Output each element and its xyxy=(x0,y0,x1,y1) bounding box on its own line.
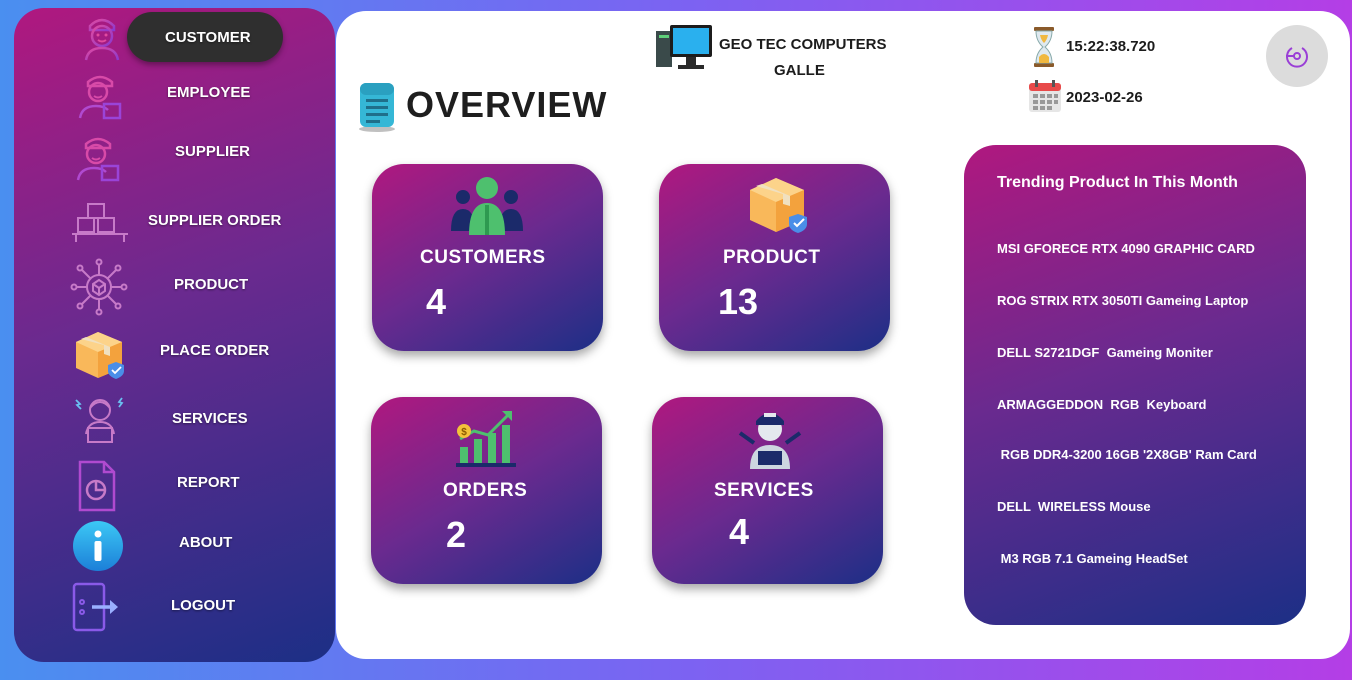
sidebar-item-label: SUPPLIER xyxy=(175,143,251,160)
package-icon xyxy=(76,332,124,379)
sidebar-item-employee[interactable]: EMPLOYEE xyxy=(14,66,335,122)
power-icon xyxy=(1286,47,1308,68)
hourglass-icon xyxy=(1034,27,1054,67)
calendar-icon xyxy=(1029,80,1061,112)
card-value: 2 xyxy=(446,514,467,555)
package-icon xyxy=(750,178,807,233)
orders-card[interactable]: $ ORDERS 2 xyxy=(371,397,602,584)
sidebar-item-supplier[interactable]: SUPPLIER xyxy=(14,126,335,182)
trending-item: M3 RGB 7.1 Gameing HeadSet xyxy=(997,551,1188,566)
card-label: PRODUCT xyxy=(723,247,821,268)
computer-icon xyxy=(656,25,712,69)
sidebar-item-services[interactable]: SERVICES xyxy=(14,392,335,448)
power-button[interactable] xyxy=(1266,25,1328,87)
product-network-icon xyxy=(70,258,128,316)
sidebar-item-label: PLACE ORDER xyxy=(160,342,270,359)
trending-item: MSI GFORECE RTX 4090 GRAPHIC CARD xyxy=(997,241,1255,256)
customer-icon xyxy=(84,18,120,61)
sidebar-item-label: PRODUCT xyxy=(174,276,249,293)
sidebar-item-supplier-order[interactable]: SUPPLIER ORDER xyxy=(14,194,335,250)
brand-city: GALLE xyxy=(774,62,825,79)
trending-item: DELL S2721DGF Gameing Moniter xyxy=(997,345,1213,360)
sidebar-item-label: LOGOUT xyxy=(171,597,236,614)
trending-panel: Trending Product In This Month MSI GFORE… xyxy=(964,145,1306,625)
supplier-order-icon xyxy=(72,203,128,242)
sidebar-item-report[interactable]: REPORT xyxy=(14,456,335,512)
page-title: OVERVIEW xyxy=(406,84,608,125)
sidebar-item-label: SUPPLIER ORDER xyxy=(148,212,282,229)
product-card[interactable]: PRODUCT 13 xyxy=(659,164,890,351)
logout-icon xyxy=(72,582,118,632)
sidebar-item-about[interactable]: ABOUT xyxy=(14,518,335,574)
technician-icon xyxy=(738,413,802,469)
sidebar-item-label: ABOUT xyxy=(179,534,233,551)
current-date: 2023-02-26 xyxy=(1066,89,1143,106)
clock-time: 15:22:38.720 xyxy=(1066,38,1156,55)
card-value: 13 xyxy=(718,281,759,322)
sidebar-item-place-order[interactable]: PLACE ORDER xyxy=(14,324,335,380)
sidebar-item-logout[interactable]: LOGOUT xyxy=(14,580,335,636)
card-value: 4 xyxy=(729,511,750,552)
sidebar-item-label: REPORT xyxy=(177,474,240,491)
people-icon xyxy=(451,177,523,235)
info-icon xyxy=(73,521,123,571)
sidebar-item-label: SERVICES xyxy=(172,410,248,427)
trending-title: Trending Product In This Month xyxy=(997,174,1238,191)
supplier-icon xyxy=(76,137,120,182)
sidebar-item-product[interactable]: PRODUCT xyxy=(14,258,335,316)
card-value: 4 xyxy=(426,281,447,322)
document-icon xyxy=(359,83,395,132)
growth-chart-icon: $ xyxy=(456,411,516,467)
employee-icon xyxy=(78,75,122,120)
brand-name: GEO TEC COMPUTERS xyxy=(719,36,887,53)
main-panel: GEO TEC COMPUTERS GALLE 15:22:38.720 202… xyxy=(336,11,1350,659)
card-label: ORDERS xyxy=(443,480,528,501)
trending-item: DELL WIRELESS Mouse xyxy=(997,499,1151,514)
customers-card[interactable]: CUSTOMERS 4 xyxy=(372,164,603,351)
technician-icon xyxy=(75,397,124,443)
sidebar: CUSTOMER EMPLOYEE SUPPLIER SUPPLIER ORDE… xyxy=(14,8,335,662)
card-label: SERVICES xyxy=(714,480,814,501)
trending-item: RGB DDR4-3200 16GB '2X8GB' Ram Card xyxy=(997,447,1257,462)
trending-item: ROG STRIX RTX 3050TI Gameing Laptop xyxy=(997,293,1249,308)
report-icon xyxy=(78,460,116,512)
sidebar-item-label: EMPLOYEE xyxy=(167,84,251,101)
card-label: CUSTOMERS xyxy=(420,247,546,268)
sidebar-item-customer[interactable]: CUSTOMER xyxy=(14,10,335,66)
svg-text:$: $ xyxy=(461,427,467,438)
trending-item: ARMAGGEDDON RGB Keyboard xyxy=(997,397,1207,412)
sidebar-item-label: CUSTOMER xyxy=(165,29,251,46)
services-card[interactable]: SERVICES 4 xyxy=(652,397,883,584)
